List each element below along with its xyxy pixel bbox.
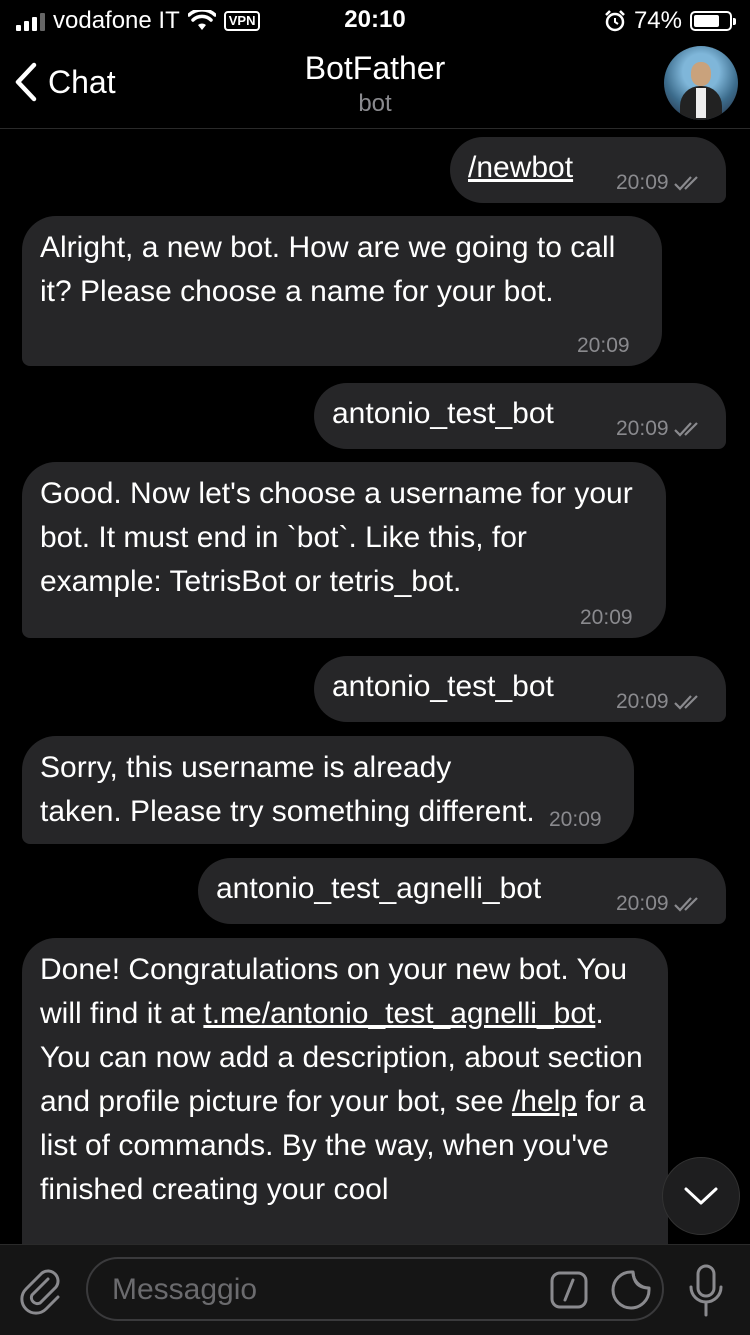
message-meta: 20:09 [616, 690, 703, 714]
message-meta: 20:09 [549, 808, 602, 832]
message-time: 20:09 [580, 606, 633, 629]
message-time: 20:09 [549, 808, 602, 831]
message-time: 20:09 [616, 417, 669, 440]
status-bar: vodafone IT VPN 20:10 74% [0, 0, 750, 40]
message-meta: 20:09 [577, 334, 630, 358]
message-text: antonio_test_agnelli_bot [216, 872, 542, 905]
message-text: Good. Now let's choose a username for yo… [40, 477, 633, 598]
chat-subtitle: bot [358, 90, 392, 117]
message-text: Alright, a new bot. How are we going to … [40, 231, 616, 308]
message-input-field[interactable] [86, 1257, 664, 1321]
bot-link[interactable]: t.me/antonio_test_agnelli_bot [203, 997, 595, 1030]
message-outgoing[interactable]: antonio_test_bot 20:09 [314, 383, 726, 449]
chat-header: Chat BotFather bot [0, 40, 750, 129]
message-input[interactable] [110, 1267, 534, 1313]
message-meta: 20:09 [616, 892, 703, 916]
message-time: 20:09 [577, 334, 630, 357]
chevron-down-icon [684, 1187, 718, 1205]
avatar[interactable] [664, 46, 738, 120]
message-outgoing[interactable]: antonio_test_bot 20:09 [314, 656, 726, 722]
chat-title[interactable]: BotFather [0, 50, 750, 87]
message-time: 20:09 [616, 171, 669, 194]
double-check-icon [673, 897, 698, 912]
message-meta: 20:09 [616, 417, 703, 441]
message-incoming[interactable]: Sorry, this username is already taken. P… [22, 736, 634, 844]
message-outgoing[interactable]: /newbot 20:09 [450, 137, 726, 203]
message-incoming[interactable]: Alright, a new bot. How are we going to … [22, 216, 662, 366]
message-incoming[interactable]: Good. Now let's choose a username for yo… [22, 462, 666, 638]
double-check-icon [673, 176, 698, 191]
message-meta: 20:09 [616, 171, 703, 195]
sticker-icon[interactable] [610, 1269, 652, 1311]
message-outgoing[interactable]: antonio_test_agnelli_bot 20:09 [198, 858, 726, 924]
message-incoming[interactable]: Done! Congratulations on your new bot. Y… [22, 938, 668, 1244]
paperclip-icon[interactable] [18, 1267, 66, 1315]
microphone-icon[interactable] [686, 1263, 726, 1319]
message-time: 20:09 [616, 892, 669, 915]
help-command-link[interactable]: /help [512, 1085, 577, 1118]
scroll-to-bottom-button[interactable] [662, 1157, 740, 1235]
message-list[interactable]: /newbot 20:09 Alright, a new bot. How ar… [0, 129, 750, 1244]
message-text: Done! Congratulations on your new bot. Y… [40, 953, 646, 1206]
message-text: antonio_test_bot [332, 670, 554, 703]
battery-icon [690, 11, 736, 31]
message-text: antonio_test_bot [332, 397, 554, 430]
message-meta: 20:09 [580, 606, 633, 630]
slash-command-icon[interactable] [550, 1271, 588, 1309]
message-text[interactable]: /newbot [468, 151, 573, 184]
status-right: 74% [604, 7, 736, 35]
double-check-icon [673, 422, 698, 437]
message-composer [0, 1244, 750, 1335]
battery-percent: 74% [633, 7, 682, 34]
double-check-icon [673, 695, 698, 710]
message-time: 20:09 [616, 690, 669, 713]
message-text: Sorry, this username is already taken. P… [40, 751, 535, 828]
alarm-icon [605, 10, 625, 32]
